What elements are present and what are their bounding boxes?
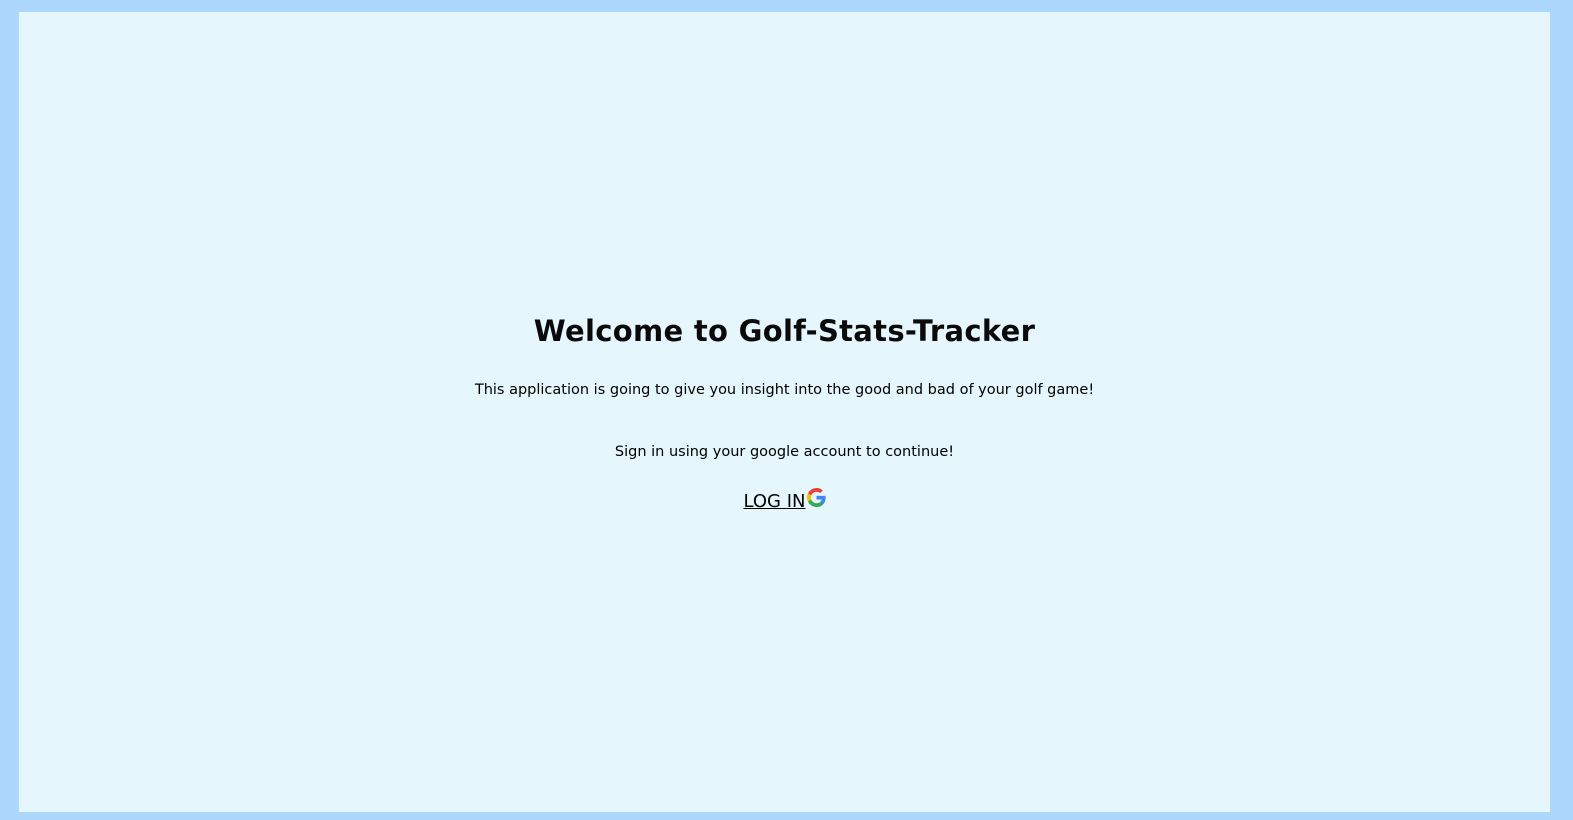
signin-prompt: Sign in using your google account to con… bbox=[614, 444, 955, 460]
login-row: LOG IN bbox=[19, 488, 1550, 512]
page-title: Welcome to Golf-Stats-Tracker bbox=[533, 314, 1036, 348]
login-button[interactable]: LOG IN bbox=[744, 488, 826, 512]
main-panel: Welcome to Golf-Stats-Tracker This appli… bbox=[19, 12, 1550, 812]
google-g-icon bbox=[806, 488, 826, 507]
login-label: LOG IN bbox=[743, 491, 806, 512]
app-description: This application is going to give you in… bbox=[474, 382, 1095, 398]
